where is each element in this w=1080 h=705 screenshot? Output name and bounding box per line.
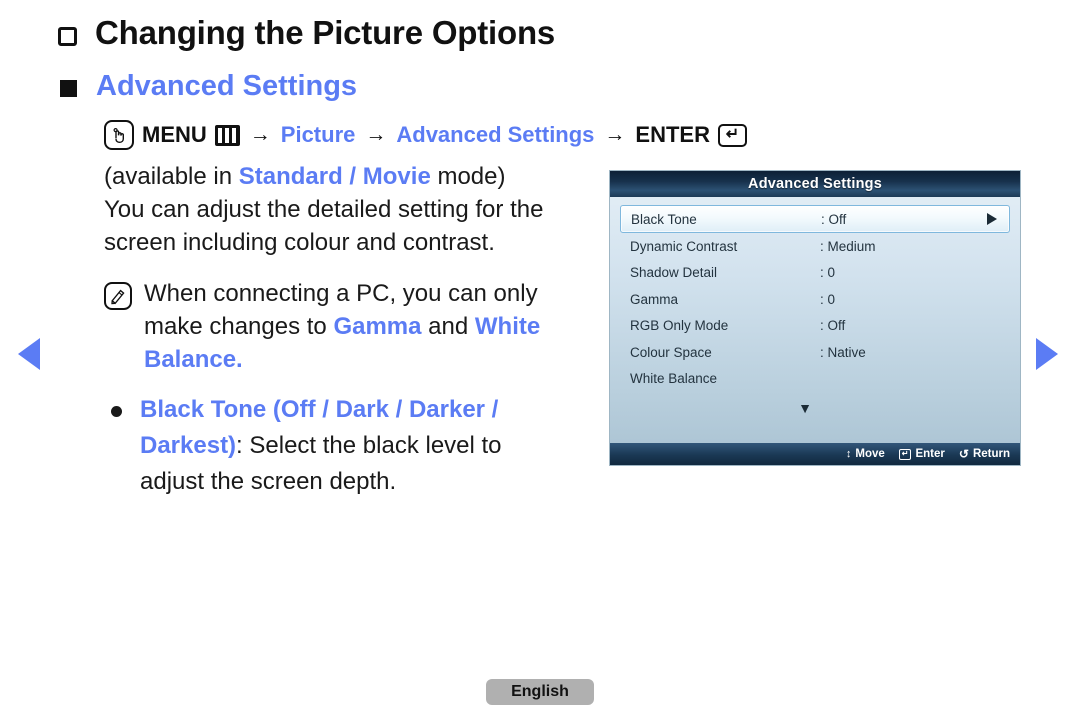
manual-page: Changing the Picture Options Advanced Se… (0, 0, 1080, 705)
path-arrow-1: → (249, 123, 271, 146)
osd-hint-move[interactable]: ↕ Move (846, 448, 885, 460)
description-line-2: screen including colour and contrast. (104, 229, 495, 256)
osd-row-label: Black Tone (631, 211, 697, 227)
osd-footer-hints: ↕ Move ↵ Enter ↺ Return (610, 443, 1020, 465)
note-text-part-2: and (421, 313, 475, 340)
enter-key-icon: ↵ (898, 448, 912, 460)
availability-prefix: (available in (104, 163, 239, 190)
osd-row-black-tone[interactable]: Black Tone : Off (620, 205, 1010, 233)
note-text: When connecting a PC, you can only make … (144, 277, 564, 376)
note-pencil-icon (104, 282, 132, 310)
language-badge[interactable]: English (486, 679, 594, 705)
osd-hint-return[interactable]: ↺ Return (959, 447, 1010, 461)
body-column: (available in Standard / Movie mode) You… (104, 160, 604, 500)
osd-row-dynamic-contrast[interactable]: Dynamic Contrast : Medium (620, 233, 1010, 260)
description-line-1: You can adjust the detailed setting for … (104, 196, 544, 223)
hand-press-icon (104, 120, 134, 150)
path-arrow-2: → (365, 123, 387, 146)
subsection-marker-icon (60, 80, 77, 97)
osd-row-value: : 0 (820, 291, 836, 307)
availability-suffix: mode) (430, 163, 506, 190)
availability-line: (available in Standard / Movie mode) (104, 160, 604, 193)
osd-row-shadow-detail[interactable]: Shadow Detail : 0 (620, 260, 1010, 287)
subsection-title: Advanced Settings (96, 70, 358, 102)
note-highlight-gamma: Gamma (333, 313, 422, 340)
menu-path: MENU → Picture → Advanced Settings → ENT… (104, 120, 747, 150)
bullet-dot-icon (111, 406, 122, 417)
enter-key-icon: ↵ (717, 123, 747, 147)
osd-hint-enter-label: Enter (915, 448, 945, 460)
up-down-arrow-icon: ↕ (845, 447, 852, 460)
osd-row-value: : Native (820, 344, 866, 360)
osd-title: Advanced Settings (610, 171, 1020, 197)
osd-menu-list: Black Tone : Off Dynamic Contrast : Medi… (610, 197, 1020, 443)
osd-row-label: White Balance (630, 371, 718, 387)
scroll-down-indicator-icon[interactable]: ▼ (610, 401, 1010, 415)
bullet-block: Black Tone (Off / Dark / Darker / Darkes… (104, 392, 604, 500)
subsection-title-row: Advanced Settings (60, 70, 357, 103)
availability-modes: Standard / Movie (238, 163, 431, 190)
page-title: Changing the Picture Options (95, 14, 556, 51)
osd-row-label: RGB Only Mode (630, 318, 729, 334)
osd-row-value: : Medium (820, 238, 876, 254)
path-arrow-3: → (604, 123, 626, 146)
menu-path-step-picture: Picture (280, 122, 356, 147)
menu-path-step-advanced-settings: Advanced Settings (396, 122, 595, 147)
osd-hint-return-label: Return (972, 448, 1010, 460)
osd-row-label: Dynamic Contrast (630, 238, 738, 254)
osd-hint-enter[interactable]: ↵ Enter (898, 448, 945, 460)
osd-row-label: Colour Space (630, 344, 712, 360)
osd-row-rgb-only-mode[interactable]: RGB Only Mode : Off (620, 313, 1010, 340)
osd-row-colour-space[interactable]: Colour Space : Native (620, 339, 1010, 366)
menu-path-menu-label: MENU (142, 122, 207, 147)
osd-row-value: : Off (821, 211, 847, 227)
chevron-right-icon (987, 213, 997, 225)
osd-row-label: Shadow Detail (630, 265, 718, 281)
menu-path-enter-label: ENTER (635, 122, 710, 147)
page-title-row: Changing the Picture Options (58, 14, 555, 52)
menu-grid-icon (214, 124, 240, 146)
osd-row-value: : Off (820, 318, 846, 334)
note-block: When connecting a PC, you can only make … (104, 277, 604, 376)
osd-row-white-balance[interactable]: White Balance (620, 366, 1010, 393)
osd-row-value: : 0 (820, 265, 836, 281)
osd-panel: Advanced Settings Black Tone : Off Dynam… (609, 170, 1021, 466)
triangle-right-icon[interactable] (1036, 338, 1058, 370)
section-marker-icon (58, 26, 77, 46)
triangle-left-icon[interactable] (18, 338, 40, 370)
osd-row-label: Gamma (630, 291, 679, 307)
osd-row-gamma[interactable]: Gamma : 0 (620, 286, 1010, 313)
return-arrow-icon: ↺ (958, 447, 969, 461)
osd-hint-move-label: Move (855, 448, 885, 460)
bullet-text: Black Tone (Off / Dark / Darker / Darkes… (140, 392, 570, 500)
